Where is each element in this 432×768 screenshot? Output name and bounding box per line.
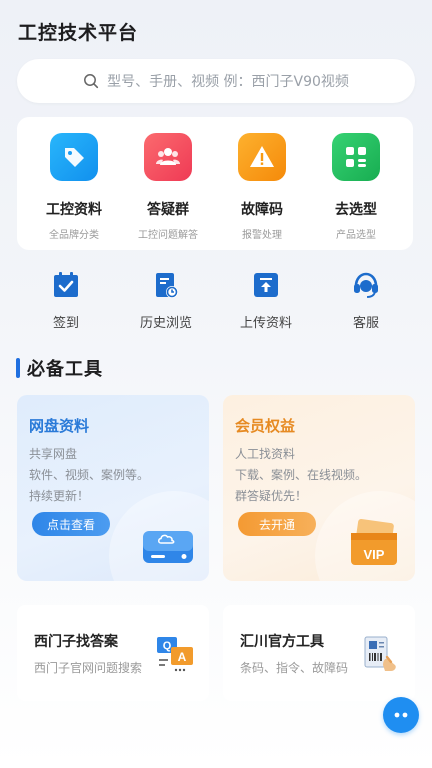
menu-sublabel: 工控问题解答: [138, 230, 198, 241]
quick-label: 签到: [52, 316, 79, 331]
quick-label: 上传资料: [239, 316, 292, 331]
search-icon: [84, 74, 99, 89]
chat-bubble-icon: [394, 712, 408, 718]
chat-fab-button[interactable]: [383, 697, 419, 733]
section-accent-bar: [16, 358, 20, 378]
search-placeholder: 型号、手册、视频 例：西门子V90视频: [107, 74, 349, 90]
tool-card-siemens[interactable]: 西门子找答案 西门子官网问题搜索 Q A: [17, 605, 209, 701]
menu-sublabel: 产品选型: [336, 230, 376, 241]
menu-item-materials[interactable]: 工控资料 全品牌分类: [29, 117, 119, 250]
quick-label: 客服: [352, 316, 379, 331]
menu-item-fault-codes[interactable]: 故障码 报警处理: [217, 117, 307, 250]
promo-card-cloud-disk[interactable]: 网盘资料 共享网盘 软件、视频、案例等。 持续更新！ 点击查看: [17, 395, 209, 581]
menu-label: 故障码: [241, 202, 283, 218]
tag-icon: [50, 133, 98, 181]
menu-item-selection[interactable]: 去选型 产品选型: [311, 117, 401, 250]
promo-title: 网盘资料: [29, 417, 90, 435]
promo-line: 人工找资料: [235, 447, 296, 461]
grid-icon: [332, 133, 380, 181]
cloud-drive-icon: [143, 531, 193, 563]
menu-sublabel: 全品牌分类: [49, 230, 99, 241]
headset-icon: [351, 270, 381, 300]
promo-title: 会员权益: [235, 417, 296, 435]
quick-item-checkin[interactable]: 签到: [21, 270, 111, 340]
section-title: 必备工具: [27, 359, 103, 380]
calendar-check-icon: [51, 270, 81, 300]
search-bar[interactable]: 型号、手册、视频 例：西门子V90视频: [17, 59, 415, 103]
quick-item-history[interactable]: 历史浏览: [121, 270, 211, 340]
menu-label: 去选型: [335, 202, 377, 218]
quick-item-support[interactable]: 客服: [321, 270, 411, 340]
upload-icon: [251, 270, 281, 300]
svg-text:VIP: VIP: [364, 547, 385, 562]
warning-icon: [238, 133, 286, 181]
quick-menu: 签到 历史浏览 上传资料 客服: [16, 270, 416, 340]
promo-line: 共享网盘: [29, 447, 78, 461]
main-menu-card: 工控资料 全品牌分类 答疑群 工控问题解答 故障码 报警处理 去选型 产品选型: [17, 117, 413, 250]
promo-card-membership[interactable]: 会员权益 人工找资料 下载、案例、在线视频。 群答疑优先！ 去开通 VIP: [223, 395, 415, 581]
vip-card-icon: VIP: [351, 518, 397, 565]
quick-label: 历史浏览: [139, 316, 192, 331]
qa-chat-icon: Q A: [157, 637, 193, 672]
group-icon: [144, 133, 192, 181]
section-header: 必备工具: [16, 356, 103, 380]
promo-line: 软件、视频、案例等。: [29, 468, 150, 482]
menu-label: 答疑群: [147, 202, 189, 218]
menu-label: 工控资料: [46, 202, 102, 218]
svg-text:A: A: [178, 650, 187, 664]
barcode-doc-icon: [364, 636, 396, 671]
menu-item-qa-group[interactable]: 答疑群 工控问题解答: [123, 117, 213, 250]
svg-text:Q: Q: [163, 640, 172, 652]
activate-vip-button[interactable]: 去开通: [238, 512, 316, 536]
quick-item-upload[interactable]: 上传资料: [221, 270, 311, 340]
app-title: 工控技术平台: [18, 22, 139, 44]
view-disk-button[interactable]: 点击查看: [32, 512, 110, 536]
tool-card-inovance[interactable]: 汇川官方工具 条码、指令、故障码: [223, 605, 415, 701]
promo-line: 下载、案例、在线视频。: [235, 468, 368, 482]
menu-sublabel: 报警处理: [242, 230, 282, 241]
history-doc-icon: [151, 270, 181, 300]
